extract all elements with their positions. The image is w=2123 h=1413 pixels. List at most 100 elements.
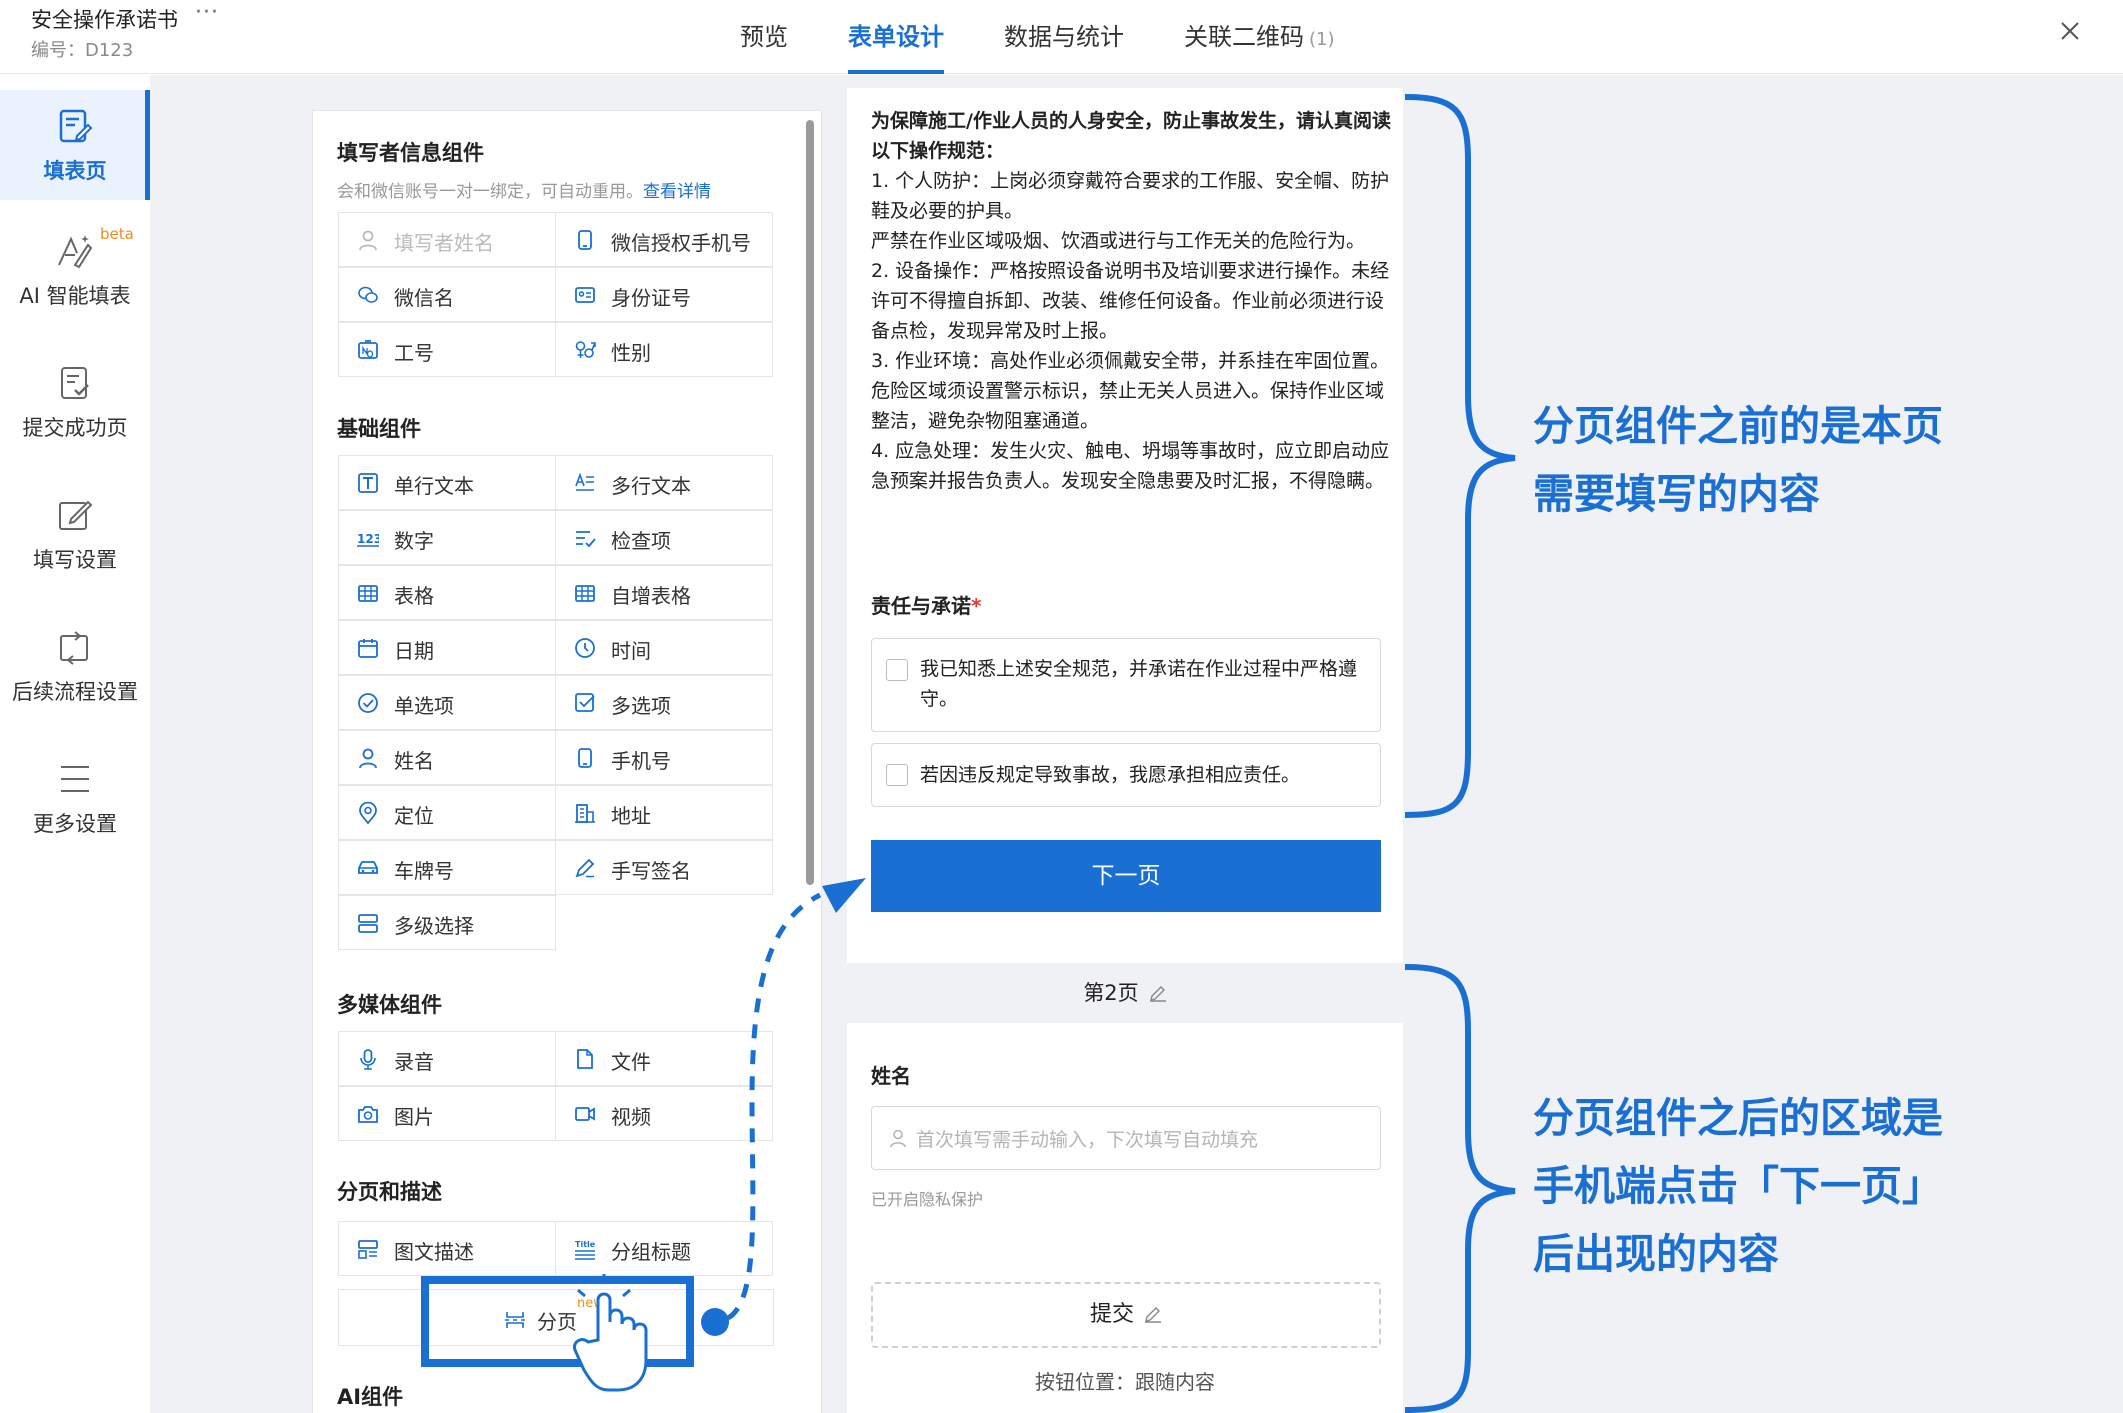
- tab-qr-code[interactable]: 关联二维码 (1): [1184, 0, 1335, 74]
- checkbox[interactable]: [886, 764, 908, 786]
- edit-icon[interactable]: [1144, 1305, 1162, 1323]
- checklist-icon: [576, 531, 596, 548]
- submit-label: 提交: [1089, 1302, 1134, 1327]
- signature-icon: [575, 858, 595, 878]
- component-checklist[interactable]: 检查项: [555, 510, 773, 565]
- question-title-responsibility: 责任与承诺*: [871, 590, 981, 619]
- component-number[interactable]: 123 数字: [338, 510, 556, 565]
- annotation-upper: 分页组件之前的是本页 需要填写的内容: [1533, 392, 1943, 528]
- component-image-text[interactable]: 图文描述: [338, 1221, 556, 1276]
- nav-item-fill-settings[interactable]: 填写设置: [0, 479, 150, 589]
- employee-no-icon: [358, 340, 378, 359]
- component-label: 手机号: [611, 749, 671, 773]
- section-title-paging: 分页和描述: [337, 1180, 442, 1204]
- annotation-line: 需要填写的内容: [1533, 470, 1820, 518]
- tab-preview[interactable]: 预览: [740, 0, 788, 74]
- checkbox[interactable]: [886, 659, 908, 681]
- component-panel: 填写者信息组件 会和微信账号一对一绑定，可自动重用。查看详情 填写者姓名 微信授…: [312, 110, 822, 1413]
- svg-text:Title: Title: [575, 1240, 596, 1249]
- component-label: 地址: [611, 804, 651, 828]
- component-label: 性别: [611, 341, 651, 365]
- component-pagination[interactable]: 分页 new: [338, 1289, 774, 1346]
- annotation-lower: 分页组件之后的区域是 手机端点击「下一页」 后出现的内容: [1533, 1084, 1943, 1288]
- name-input[interactable]: 首次填写需手动输入，下次填写自动填充: [871, 1106, 1381, 1170]
- component-gender[interactable]: 性别: [555, 322, 773, 377]
- pagination-icon: [505, 1312, 525, 1328]
- component-multi-choice[interactable]: 多选项: [555, 675, 773, 730]
- component-single-choice[interactable]: 单选项: [338, 675, 556, 730]
- component-panel-scrollbar[interactable]: [806, 120, 814, 885]
- new-badge: new: [577, 1296, 604, 1311]
- edit-settings-icon: [59, 500, 93, 530]
- nav-item-submit-success[interactable]: 提交成功页: [0, 347, 150, 457]
- component-recording[interactable]: 录音: [338, 1031, 556, 1086]
- button-position-setting[interactable]: 按钮位置：跟随内容: [847, 1366, 1403, 1395]
- text-icon: [358, 473, 378, 493]
- component-table[interactable]: 表格: [338, 565, 556, 620]
- component-signature[interactable]: 手写签名: [555, 840, 773, 895]
- main-tabs: 预览 表单设计 数据与统计 关联二维码 (1): [740, 0, 1395, 74]
- submit-button[interactable]: 提交: [871, 1282, 1381, 1348]
- component-label: 录音: [394, 1050, 434, 1074]
- component-image[interactable]: 图片: [338, 1086, 556, 1141]
- nav-label: 填写设置: [33, 548, 117, 572]
- nav-item-ai-fill[interactable]: beta AI 智能填表: [0, 215, 150, 325]
- microphone-icon: [360, 1049, 376, 1070]
- next-page-button[interactable]: 下一页: [871, 840, 1381, 912]
- section-title-basic: 基础组件: [337, 417, 421, 441]
- top-bar: 安全操作承诺书 ··· 编号：D123 预览 表单设计 数据与统计 关联二维码(…: [0, 0, 2123, 74]
- form-page-icon: [59, 109, 93, 143]
- wechat-icon: [358, 286, 378, 303]
- component-file[interactable]: 文件: [555, 1031, 773, 1086]
- component-label: 多选项: [611, 694, 671, 718]
- component-single-text[interactable]: 单行文本: [338, 455, 556, 510]
- component-name[interactable]: 姓名: [338, 730, 556, 785]
- component-filler-name[interactable]: 填写者姓名: [338, 212, 556, 267]
- component-address[interactable]: 地址: [555, 785, 773, 840]
- component-employee-no[interactable]: 工号: [338, 322, 556, 377]
- privacy-note: 已开启隐私保护: [871, 1190, 984, 1209]
- component-time[interactable]: 时间: [555, 620, 773, 675]
- component-license-plate[interactable]: 车牌号: [338, 840, 556, 895]
- page-separator[interactable]: 第2页: [847, 963, 1403, 1023]
- component-wechat-name[interactable]: 微信名: [338, 267, 556, 322]
- checkbox-option-2[interactable]: 若因违反规定导致事故，我愿承担相应责任。: [871, 743, 1381, 807]
- component-group-title[interactable]: Title 分组标题: [555, 1221, 773, 1276]
- gender-icon: [575, 341, 596, 358]
- component-date[interactable]: 日期: [338, 620, 556, 675]
- nav-item-workflow[interactable]: 后续流程设置: [0, 611, 150, 721]
- checkbox-option-1[interactable]: 我已知悉上述安全规范，并承诺在作业过程中严格遵守。: [871, 638, 1381, 732]
- user-icon: [359, 748, 377, 769]
- phone-icon: [578, 748, 592, 768]
- form-intro-description[interactable]: 为保障施工/作业人员的人身安全，防止事故发生，请认真阅读以下操作规范： 1. 个…: [871, 106, 1391, 496]
- component-label: 单选项: [394, 694, 454, 718]
- component-location[interactable]: 定位: [338, 785, 556, 840]
- component-wechat-phone[interactable]: 微信授权手机号: [555, 212, 773, 267]
- component-id-card[interactable]: 身份证号: [555, 267, 773, 322]
- required-mark: *: [971, 594, 982, 618]
- component-label: 表格: [394, 584, 434, 608]
- question-title-name: 姓名: [871, 1064, 911, 1088]
- page-label: 第2页: [1083, 981, 1139, 1005]
- edit-icon[interactable]: [1149, 984, 1167, 1002]
- view-details-link[interactable]: 查看详情: [643, 182, 711, 202]
- document-title: 安全操作承诺书: [31, 8, 178, 32]
- nav-item-form-page[interactable]: 填表页: [0, 90, 150, 200]
- nav-item-more-settings[interactable]: 更多设置: [0, 743, 150, 853]
- component-label: 手写签名: [611, 859, 691, 883]
- media-component-grid: 录音 文件 图片 视频: [338, 1031, 774, 1141]
- component-phone[interactable]: 手机号: [555, 730, 773, 785]
- component-multi-text[interactable]: 多行文本: [555, 455, 773, 510]
- more-options-icon[interactable]: ···: [195, 0, 219, 25]
- component-auto-table[interactable]: 自增表格: [555, 565, 773, 620]
- component-video[interactable]: 视频: [555, 1086, 773, 1141]
- tab-form-design[interactable]: 表单设计: [848, 0, 944, 74]
- left-nav: 填表页 beta AI 智能填表 提交成功页 填写设置 后续流程设置 更多设置: [0, 75, 150, 1413]
- close-icon[interactable]: [2055, 16, 2085, 46]
- component-label: 身份证号: [611, 286, 691, 310]
- basic-component-grid: 单行文本 多行文本 123 数字 检查项 表格 自增表格 日期 时间: [338, 455, 774, 950]
- tab-label: 表单设计: [848, 23, 944, 51]
- component-cascade[interactable]: 多级选择: [338, 895, 556, 950]
- auto-table-icon: [575, 585, 595, 602]
- tab-data-statistics[interactable]: 数据与统计: [1004, 0, 1124, 74]
